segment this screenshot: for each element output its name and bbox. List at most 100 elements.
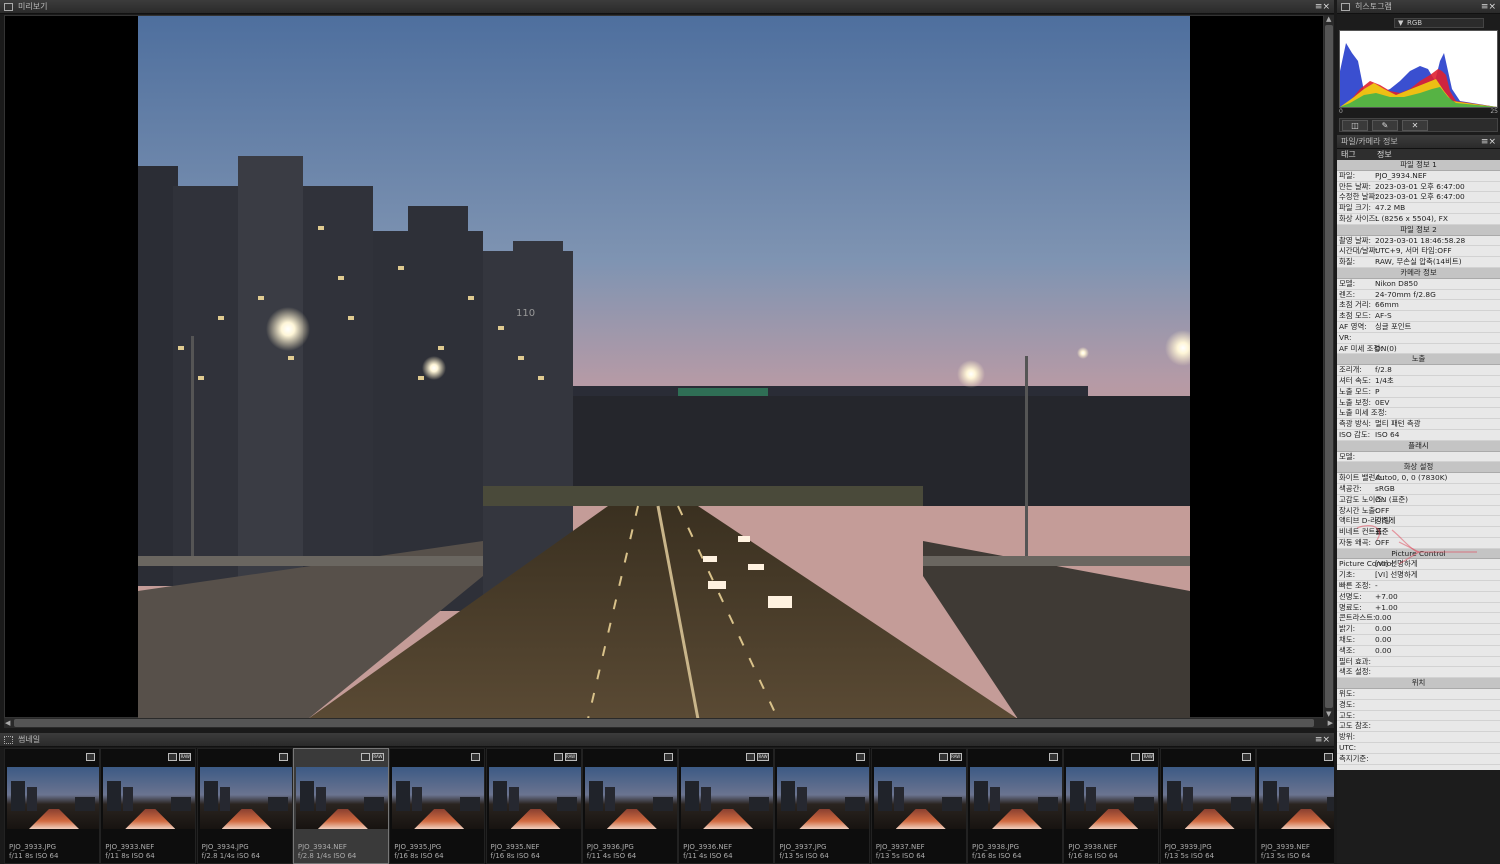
info-section-header[interactable]: 파일 정보 1 bbox=[1337, 160, 1500, 171]
info-row[interactable]: 조리개: f/2.8 bbox=[1337, 365, 1500, 376]
preview-viewer[interactable]: 110 bbox=[4, 15, 1324, 719]
info-row[interactable]: 파일: PJO_3934.NEF bbox=[1337, 171, 1500, 182]
thumbnail-item[interactable]: RAW PJO_3939.NEFf/13 5s ISO 64 bbox=[1255, 748, 1334, 864]
thumbnail-item[interactable]: RAW PJO_3938.NEF f/16 8s ISO 64 bbox=[1063, 748, 1160, 864]
info-row[interactable]: 시간대/날짜: UTC+9, 서머 타임:OFF bbox=[1337, 246, 1500, 258]
info-row[interactable]: Picture Control: [VI] 선명하게 bbox=[1337, 559, 1500, 571]
thumbnail-item[interactable]: PJO_3935.JPG f/16 8s ISO 64 bbox=[389, 748, 486, 864]
info-row[interactable]: 장시간 노출: OFF bbox=[1337, 506, 1500, 517]
histogram-channel-select[interactable]: ▼ RGB bbox=[1394, 18, 1484, 28]
info-row[interactable]: 셔터 속도: 1/4초 bbox=[1337, 376, 1500, 387]
info-row[interactable]: 채도: 0.00 bbox=[1337, 635, 1500, 646]
info-row[interactable]: 측지기준: bbox=[1337, 754, 1500, 765]
thumbnail-image[interactable] bbox=[7, 767, 99, 829]
info-row[interactable]: 화질: RAW, 무손실 압축(14비트) bbox=[1337, 257, 1500, 268]
info-section-header[interactable]: 화상 설정 bbox=[1337, 462, 1500, 474]
thumbnail-image[interactable] bbox=[488, 767, 581, 829]
info-row[interactable]: 경도: bbox=[1337, 700, 1500, 711]
info-row[interactable]: 고도 참조: bbox=[1337, 721, 1500, 733]
thumbnail-item[interactable]: PJO_3934.JPG f/2.8 1/4s ISO 64 bbox=[196, 748, 293, 864]
thumbnail-image[interactable] bbox=[1162, 767, 1255, 829]
thumbnail-image[interactable] bbox=[1066, 767, 1159, 829]
thumbnail-filmstrip[interactable]: PJO_3933.JPG f/11 8s ISO 64 RAW PJO_3933.NE… bbox=[4, 748, 1334, 864]
thumbnail-image[interactable] bbox=[970, 767, 1062, 829]
info-row[interactable]: VR: bbox=[1337, 333, 1500, 344]
info-row[interactable]: 고도: bbox=[1337, 711, 1500, 722]
info-row[interactable]: UTC: bbox=[1337, 743, 1500, 754]
info-row[interactable]: 수정한 날짜: 2023-03-01 오후 6:47:00 bbox=[1337, 192, 1500, 204]
info-row[interactable]: 파일 크기: 47.2 MB bbox=[1337, 203, 1500, 214]
info-row[interactable]: 자동 왜곡: OFF bbox=[1337, 538, 1500, 549]
thumbnail-image[interactable] bbox=[392, 767, 485, 829]
info-row[interactable]: 만든 날짜: 2023-03-01 오후 6:47:00 bbox=[1337, 182, 1500, 193]
info-row[interactable]: 초점 거리: 66mm bbox=[1337, 300, 1500, 312]
thumbnail-image[interactable] bbox=[777, 767, 870, 829]
info-section-header[interactable]: 플래시 bbox=[1337, 440, 1500, 452]
thumbnail-image[interactable] bbox=[584, 767, 677, 829]
info-row[interactable]: 색조 설정: bbox=[1337, 667, 1500, 679]
info-section-header[interactable]: 위치 bbox=[1337, 678, 1500, 690]
file-info-table[interactable]: 파일 정보 1 파일: PJO_3934.NEF 만든 날짜: 2023-03-01 오… bbox=[1337, 160, 1500, 770]
info-row[interactable]: 모델: bbox=[1337, 452, 1500, 463]
histogram-panel-controls[interactable]: ≡× bbox=[1481, 0, 1496, 14]
preview-panel-controls[interactable]: ≡× bbox=[1315, 0, 1330, 14]
edit-adjust-icon[interactable]: ✎ bbox=[1372, 120, 1398, 131]
scroll-left-arrow-icon[interactable]: ◀ bbox=[5, 719, 10, 727]
info-section-header[interactable]: 파일 정보 2 bbox=[1337, 224, 1500, 236]
info-row[interactable]: AF 영역: 싱글 포인트 bbox=[1337, 322, 1500, 333]
info-row[interactable]: 촬영 날짜: 2023-03-01 18:46:58.28 bbox=[1337, 236, 1500, 247]
thumbnail-image[interactable] bbox=[1258, 767, 1334, 829]
info-row[interactable]: 화상 사이즈: L (8256 x 5504), FX bbox=[1337, 214, 1500, 225]
info-row[interactable]: 노출 미세 조정: bbox=[1337, 408, 1500, 420]
info-row[interactable]: 방위: bbox=[1337, 732, 1500, 744]
info-row[interactable]: ISO 감도: ISO 64 bbox=[1337, 430, 1500, 441]
info-row[interactable]: 명료도: +1.00 bbox=[1337, 603, 1500, 614]
info-row[interactable]: 초점 모드: AF-S bbox=[1337, 311, 1500, 322]
info-row[interactable]: 밝기: 0.00 bbox=[1337, 624, 1500, 636]
info-row[interactable]: 위도: bbox=[1337, 689, 1500, 700]
info-section-header[interactable]: 카메라 정보 bbox=[1337, 267, 1500, 279]
thumbnail-item[interactable]: RAW PJO_3935.NEF f/16 8s ISO 64 bbox=[485, 748, 582, 864]
preview-vertical-scrollbar[interactable]: ▲ ▼ bbox=[1324, 15, 1334, 718]
preview-horizontal-scroll-thumb[interactable] bbox=[14, 719, 1314, 727]
thumbnail-image[interactable] bbox=[681, 767, 774, 829]
info-row[interactable]: 선명도: +7.00 bbox=[1337, 592, 1500, 603]
tools-icon[interactable]: ✕ bbox=[1402, 120, 1428, 131]
info-row[interactable]: 비네트 컨트롤: 표준 bbox=[1337, 527, 1500, 538]
scroll-down-arrow-icon[interactable]: ▼ bbox=[1326, 710, 1331, 718]
thumbnail-image[interactable] bbox=[103, 767, 196, 829]
thumbnail-item[interactable]: PJO_3936.JPG f/11 4s ISO 64 bbox=[581, 748, 678, 864]
info-section-header[interactable]: 노출 bbox=[1337, 354, 1500, 366]
thumbnail-item[interactable]: RAW PJO_3933.NEF f/11 8s ISO 64 bbox=[100, 748, 197, 864]
info-row[interactable]: 색조: 0.00 bbox=[1337, 646, 1500, 657]
thumbnail-image[interactable] bbox=[295, 767, 388, 829]
info-row[interactable]: 렌즈: 24-70mm f/2.8G bbox=[1337, 290, 1500, 301]
thumbnail-image[interactable] bbox=[199, 767, 292, 829]
info-row[interactable]: 빠른 조정: - bbox=[1337, 581, 1500, 592]
info-section-header[interactable]: Picture Control bbox=[1337, 548, 1500, 560]
thumbnail-image[interactable] bbox=[873, 767, 966, 829]
info-row[interactable]: 모델: Nikon D850 bbox=[1337, 279, 1500, 290]
thumbnail-item[interactable]: RAW PJO_3936.NEF f/11 4s ISO 64 bbox=[678, 748, 775, 864]
preview-horizontal-scrollbar[interactable]: ◀ ▶ bbox=[4, 718, 1334, 728]
info-row[interactable]: 콘트라스트: 0.00 bbox=[1337, 613, 1500, 625]
file-info-panel-controls[interactable]: ≡× bbox=[1481, 135, 1496, 149]
scroll-right-arrow-icon[interactable]: ▶ bbox=[1328, 719, 1333, 727]
thumbnail-panel-controls[interactable]: ≡× bbox=[1315, 733, 1330, 747]
info-row[interactable]: 색공간: sRGB bbox=[1337, 484, 1500, 495]
info-row[interactable]: 고감도 노이즈: ON (표준) bbox=[1337, 495, 1500, 506]
thumbnail-item[interactable]: PJO_3939.JPG f/13 5s ISO 64 bbox=[1159, 748, 1256, 864]
info-row[interactable]: 화이트 밸런스: Auto0, 0, 0 (7830K) bbox=[1337, 473, 1500, 484]
thumbnail-item[interactable]: PJO_3933.JPG f/11 8s ISO 64 bbox=[4, 748, 100, 864]
scroll-up-arrow-icon[interactable]: ▲ bbox=[1326, 15, 1331, 23]
info-row[interactable]: 액티브 D-라이팅: 강하게 bbox=[1337, 516, 1500, 528]
info-row[interactable]: 노출 보정: 0EV bbox=[1337, 398, 1500, 409]
preview-photo[interactable]: 110 bbox=[138, 16, 1190, 719]
info-view-icon[interactable]: ◫ bbox=[1342, 120, 1368, 131]
info-row[interactable]: 노출 모드: P bbox=[1337, 387, 1500, 398]
info-row[interactable]: 측광 방식: 멀티 패턴 측광 bbox=[1337, 419, 1500, 430]
thumbnail-item[interactable]: PJO_3938.JPG f/16 8s ISO 64 bbox=[967, 748, 1063, 864]
info-row[interactable]: 필터 효과: bbox=[1337, 657, 1500, 668]
thumbnail-item[interactable]: PJO_3937.JPG f/13 5s ISO 64 bbox=[774, 748, 871, 864]
thumbnail-item[interactable]: RAW PJO_3934.NEF f/2.8 1/4s ISO 64 bbox=[292, 748, 389, 864]
